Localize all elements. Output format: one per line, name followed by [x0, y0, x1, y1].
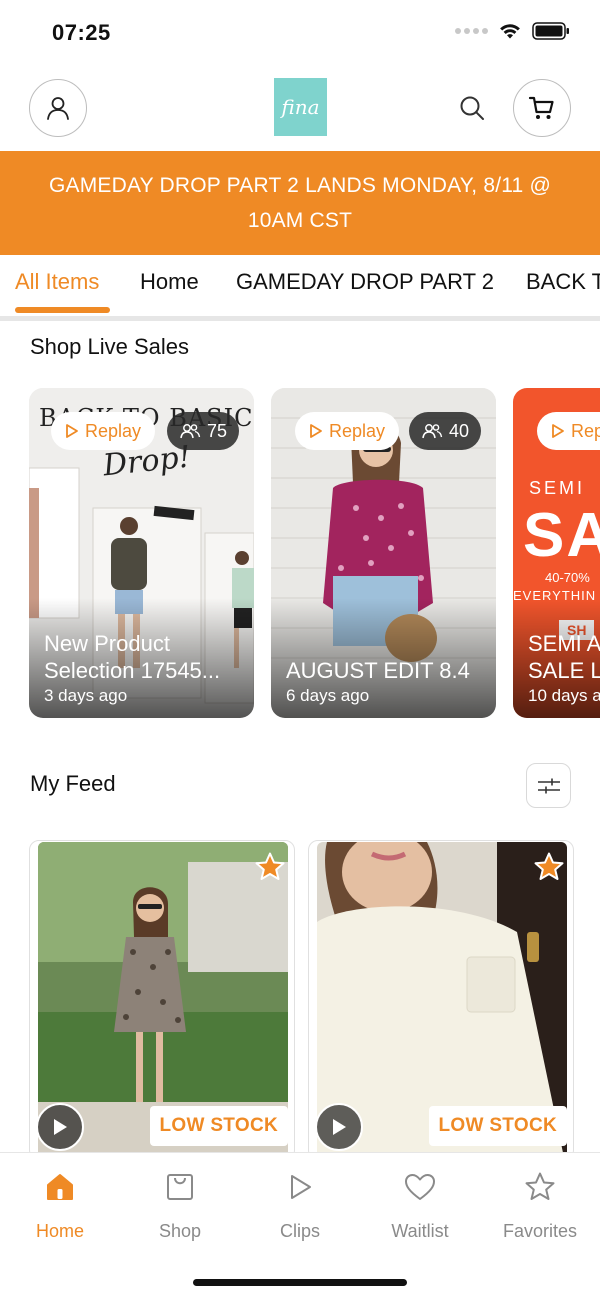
play-outline-icon — [552, 424, 564, 438]
feed-product-card[interactable]: LOW STOCK — [308, 840, 574, 1160]
replay-button[interactable]: Replay — [295, 412, 400, 450]
search-button[interactable] — [454, 90, 490, 126]
tab-home[interactable]: Home — [140, 269, 199, 295]
heart-icon — [405, 1174, 435, 1200]
replay-button[interactable]: Replay — [51, 412, 156, 450]
live-sale-time: 3 days ago — [44, 686, 128, 705]
nav-waitlist[interactable]: Waitlist — [360, 1167, 480, 1242]
tab-all-items[interactable]: All Items — [15, 269, 99, 295]
play-video-button[interactable] — [36, 1103, 84, 1151]
nav-clips[interactable]: Clips — [240, 1167, 360, 1242]
active-tab-indicator — [15, 307, 110, 313]
category-tabs: All Items Home GAMEDAY DROP PART 2 BACK … — [0, 255, 600, 317]
brand-logo[interactable]: fina — [274, 78, 327, 136]
live-card-overlay-text: SEMI — [529, 478, 586, 498]
status-bar: 07:25 — [0, 0, 600, 66]
live-sales-carousel[interactable]: BACK TO BASICS Drop! Replay 75 New Produ… — [0, 388, 600, 718]
favorite-star-icon[interactable] — [254, 851, 286, 883]
search-icon — [460, 96, 484, 120]
promo-banner-text: GAMEDAY DROP PART 2 LANDS MONDAY, 8/11 @… — [49, 174, 551, 232]
status-time: 07:25 — [52, 20, 111, 45]
promo-banner[interactable]: GAMEDAY DROP PART 2 LANDS MONDAY, 8/11 @… — [0, 151, 600, 255]
app-header: fina — [0, 66, 600, 151]
feed-filter-button[interactable] — [526, 763, 571, 808]
account-button[interactable] — [29, 79, 87, 137]
live-sale-card[interactable]: Replay 40 AUGUST EDIT 8.4 6 days ago — [271, 388, 496, 718]
viewer-count-badge: 40 — [409, 412, 482, 450]
live-sale-time: 10 days a — [528, 686, 600, 705]
tab-gameday-drop-part-2[interactable]: GAMEDAY DROP PART 2 — [236, 269, 494, 295]
signal-dots-icon — [455, 28, 488, 34]
cart-button[interactable] — [513, 79, 571, 137]
live-sale-card[interactable]: SEMI SA 40-70% EVERYTHIN SH Rep SEMI A S… — [513, 388, 600, 718]
play-icon — [54, 1119, 67, 1135]
live-sale-card[interactable]: BACK TO BASICS Drop! Replay 75 New Produ… — [29, 388, 254, 718]
live-sale-title: New Product Selection 17545... — [44, 631, 221, 683]
wifi-icon — [500, 24, 520, 39]
low-stock-badge: LOW STOCK — [149, 1106, 288, 1146]
play-icon — [333, 1119, 346, 1135]
user-icon — [47, 97, 69, 120]
replay-button[interactable]: Rep — [537, 412, 600, 450]
nav-home[interactable]: Home — [0, 1167, 120, 1242]
star-icon — [525, 1172, 555, 1200]
live-card-overlay-text: SA — [523, 501, 600, 570]
nav-shop[interactable]: Shop — [120, 1167, 240, 1242]
feed-product-card[interactable]: LOW STOCK — [29, 840, 295, 1160]
feed-title: My Feed — [30, 771, 116, 796]
shopping-bag-icon — [167, 1174, 193, 1200]
live-sales-title: Shop Live Sales — [30, 334, 189, 359]
live-card-overlay-text: 40-70% — [545, 570, 590, 585]
play-outline-icon — [310, 424, 322, 438]
sliders-icon — [537, 778, 560, 793]
status-icons — [455, 22, 570, 40]
nav-favorites[interactable]: Favorites — [480, 1167, 600, 1242]
home-indicator — [193, 1279, 407, 1286]
play-outline-icon — [66, 424, 78, 438]
tabs-divider — [0, 316, 600, 321]
cart-icon — [528, 96, 554, 119]
viewers-icon — [422, 424, 443, 439]
favorite-star-icon[interactable] — [533, 851, 565, 883]
home-icon — [47, 1174, 73, 1200]
viewers-icon — [180, 424, 201, 439]
battery-icon — [532, 22, 569, 40]
live-sale-title: AUGUST EDIT 8.4 — [286, 658, 470, 683]
low-stock-badge: LOW STOCK — [428, 1106, 567, 1146]
live-sale-time: 6 days ago — [286, 686, 370, 705]
tab-back-to[interactable]: BACK T — [526, 269, 600, 295]
viewer-count-badge: 75 — [167, 412, 240, 450]
play-video-button[interactable] — [315, 1103, 363, 1151]
bottom-navigation: Home Shop Clips Waitlist Favorites — [0, 1152, 600, 1299]
play-icon — [291, 1175, 311, 1199]
live-sale-title: SEMI A SALE L — [528, 631, 600, 683]
